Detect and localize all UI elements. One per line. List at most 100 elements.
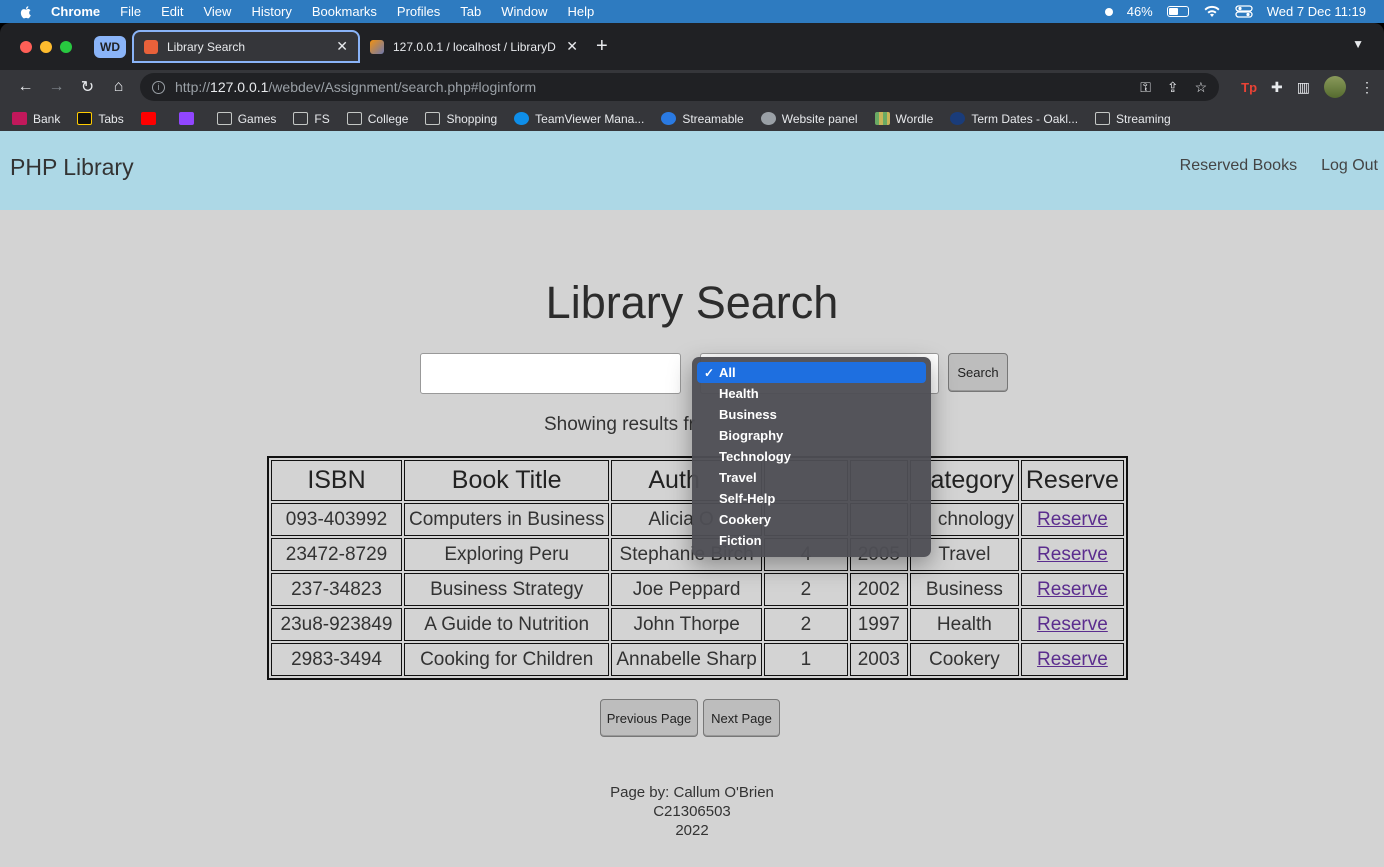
menu-help[interactable]: Help (568, 4, 595, 19)
bookmark-label: Term Dates - Oakl... (971, 111, 1079, 126)
site-brand[interactable]: PHP Library (10, 154, 134, 181)
term-dates-favicon-icon (950, 112, 966, 125)
profile-avatar[interactable] (1324, 76, 1346, 98)
tab-phpmyadmin[interactable]: 127.0.0.1 / localhost / LibraryD ✕ (360, 30, 588, 63)
option-label: Fiction (719, 533, 762, 548)
cell-isbn: 093-403992 (271, 503, 402, 536)
bookmark-fs[interactable]: FS (293, 112, 330, 126)
kebab-menu-icon[interactable]: ⋮ (1360, 79, 1374, 96)
option-self-help[interactable]: Self-Help (697, 488, 926, 509)
reserve-link[interactable]: Reserve (1037, 544, 1108, 565)
menu-window[interactable]: Window (501, 4, 547, 19)
search-button[interactable]: Search (948, 353, 1008, 392)
bookmark-label: College (367, 111, 409, 126)
back-arrow-icon[interactable]: ← (10, 78, 41, 96)
option-biography[interactable]: Biography (697, 425, 926, 446)
menu-history[interactable]: History (251, 4, 291, 19)
bookmark-youtube[interactable] (140, 112, 162, 125)
tab-search-chevron-icon[interactable]: ▼ (1352, 37, 1364, 51)
extension-tp-icon[interactable]: Tp (1241, 80, 1257, 95)
bookmark-tabs[interactable]: Tabs (77, 112, 124, 126)
menu-edit[interactable]: Edit (161, 4, 183, 19)
control-center-icon[interactable] (1235, 5, 1253, 18)
option-all[interactable]: ✓ All (697, 362, 926, 383)
streamable-icon (661, 112, 677, 125)
bookmark-term-dates[interactable]: Term Dates - Oakl... (950, 112, 1078, 126)
cell-year: 2002 (849, 573, 908, 606)
tab-group-label[interactable]: WD (94, 35, 126, 58)
cell-category: Health (909, 608, 1019, 641)
nav-reserved-books[interactable]: Reserved Books (1180, 157, 1297, 175)
bookmark-streaming[interactable]: Streaming (1095, 112, 1171, 126)
next-page-button[interactable]: Next Page (703, 699, 780, 737)
apple-icon[interactable] (18, 4, 34, 20)
clock[interactable]: Wed 7 Dec 11:19 (1267, 4, 1366, 19)
reload-icon[interactable]: ↻ (72, 77, 103, 97)
bookmark-wordle[interactable]: Wordle (874, 112, 933, 126)
wifi-icon[interactable] (1203, 5, 1221, 18)
teamviewer-icon (514, 112, 530, 125)
nav-log-out[interactable]: Log Out (1321, 157, 1378, 175)
share-icon[interactable]: ⇪ (1167, 79, 1179, 96)
option-business[interactable]: Business (697, 404, 926, 425)
bookmark-streamable[interactable]: Streamable (661, 112, 744, 126)
url-scheme: http:// (175, 79, 211, 95)
bookmark-star-icon[interactable]: ☆ (1195, 79, 1208, 96)
menu-app-chrome[interactable]: Chrome (51, 4, 100, 19)
minimize-window-button[interactable] (40, 40, 52, 53)
extensions-puzzle-icon[interactable]: ✚ (1271, 79, 1283, 96)
battery-icon[interactable] (1166, 6, 1189, 17)
zoom-window-button[interactable] (60, 40, 72, 53)
reserve-link[interactable]: Reserve (1037, 614, 1108, 635)
reserve-link[interactable]: Reserve (1037, 579, 1108, 600)
site-info-icon[interactable]: i (152, 80, 165, 94)
bookmark-twitch[interactable] (178, 112, 200, 125)
menu-file[interactable]: File (120, 4, 141, 19)
tab-title: Library Search (167, 39, 246, 54)
tab-library-search[interactable]: Library Search ✕ (132, 30, 360, 63)
bookmark-teamviewer[interactable]: TeamViewer Mana... (514, 112, 644, 126)
bookmark-shopping[interactable]: Shopping (425, 112, 497, 126)
page-title: Library Search (545, 277, 839, 328)
search-input[interactable] (420, 353, 681, 394)
home-icon[interactable]: ⌂ (103, 78, 134, 96)
new-tab-icon[interactable]: + (596, 35, 608, 58)
bookmark-games[interactable]: Games (216, 112, 276, 126)
window-controls (20, 40, 72, 53)
menu-view[interactable]: View (203, 4, 231, 19)
option-travel[interactable]: Travel (697, 467, 926, 488)
close-window-button[interactable] (20, 40, 32, 53)
option-cookery[interactable]: Cookery (697, 509, 926, 530)
close-tab-icon[interactable]: ✕ (336, 38, 348, 55)
cell-reserve: Reserve (1020, 503, 1124, 536)
cell-title: A Guide to Nutrition (404, 608, 610, 641)
tab-strip: WD Library Search ✕ 127.0.0.1 / localhos… (0, 23, 1384, 70)
option-health[interactable]: Health (697, 383, 926, 404)
close-tab-icon[interactable]: ✕ (566, 38, 578, 55)
side-panel-icon[interactable]: ▥ (1297, 79, 1310, 96)
menu-profiles[interactable]: Profiles (397, 4, 440, 19)
bookmark-bank[interactable]: Bank (12, 112, 60, 126)
browser-toolbar: ← → ↻ ⌂ i http://127.0.0.1/webdev/Assign… (0, 70, 1384, 104)
key-icon[interactable]: ⚿ (1140, 79, 1151, 96)
forward-arrow-icon[interactable]: → (41, 78, 72, 96)
bookmark-college[interactable]: College (346, 111, 409, 126)
results-summary: Showing results fr (544, 414, 696, 435)
reserve-link[interactable]: Reserve (1037, 649, 1108, 670)
macos-menubar: Chrome File Edit View History Bookmarks … (0, 0, 1384, 23)
option-technology[interactable]: Technology (697, 446, 926, 467)
bookmark-website-panel[interactable]: Website panel (760, 112, 858, 126)
option-fiction[interactable]: Fiction (697, 530, 926, 551)
previous-page-button[interactable]: Previous Page (600, 699, 698, 737)
recording-dot-icon[interactable] (1104, 7, 1113, 16)
option-label: Business (719, 407, 777, 422)
web-page: PHP Library Reserved Books Log Out Libra… (0, 131, 1384, 867)
menu-bookmarks[interactable]: Bookmarks (312, 4, 377, 19)
menu-tab[interactable]: Tab (460, 4, 481, 19)
bookmark-label: TeamViewer Mana... (535, 111, 645, 126)
xampp-favicon-icon (144, 39, 158, 54)
reserve-link[interactable]: Reserve (1037, 509, 1108, 530)
cell-category: Cookery (909, 643, 1019, 676)
address-bar[interactable]: i http://127.0.0.1/webdev/Assignment/sea… (140, 73, 1220, 101)
footer-author: Page by: Callum O'Brien (610, 784, 774, 801)
